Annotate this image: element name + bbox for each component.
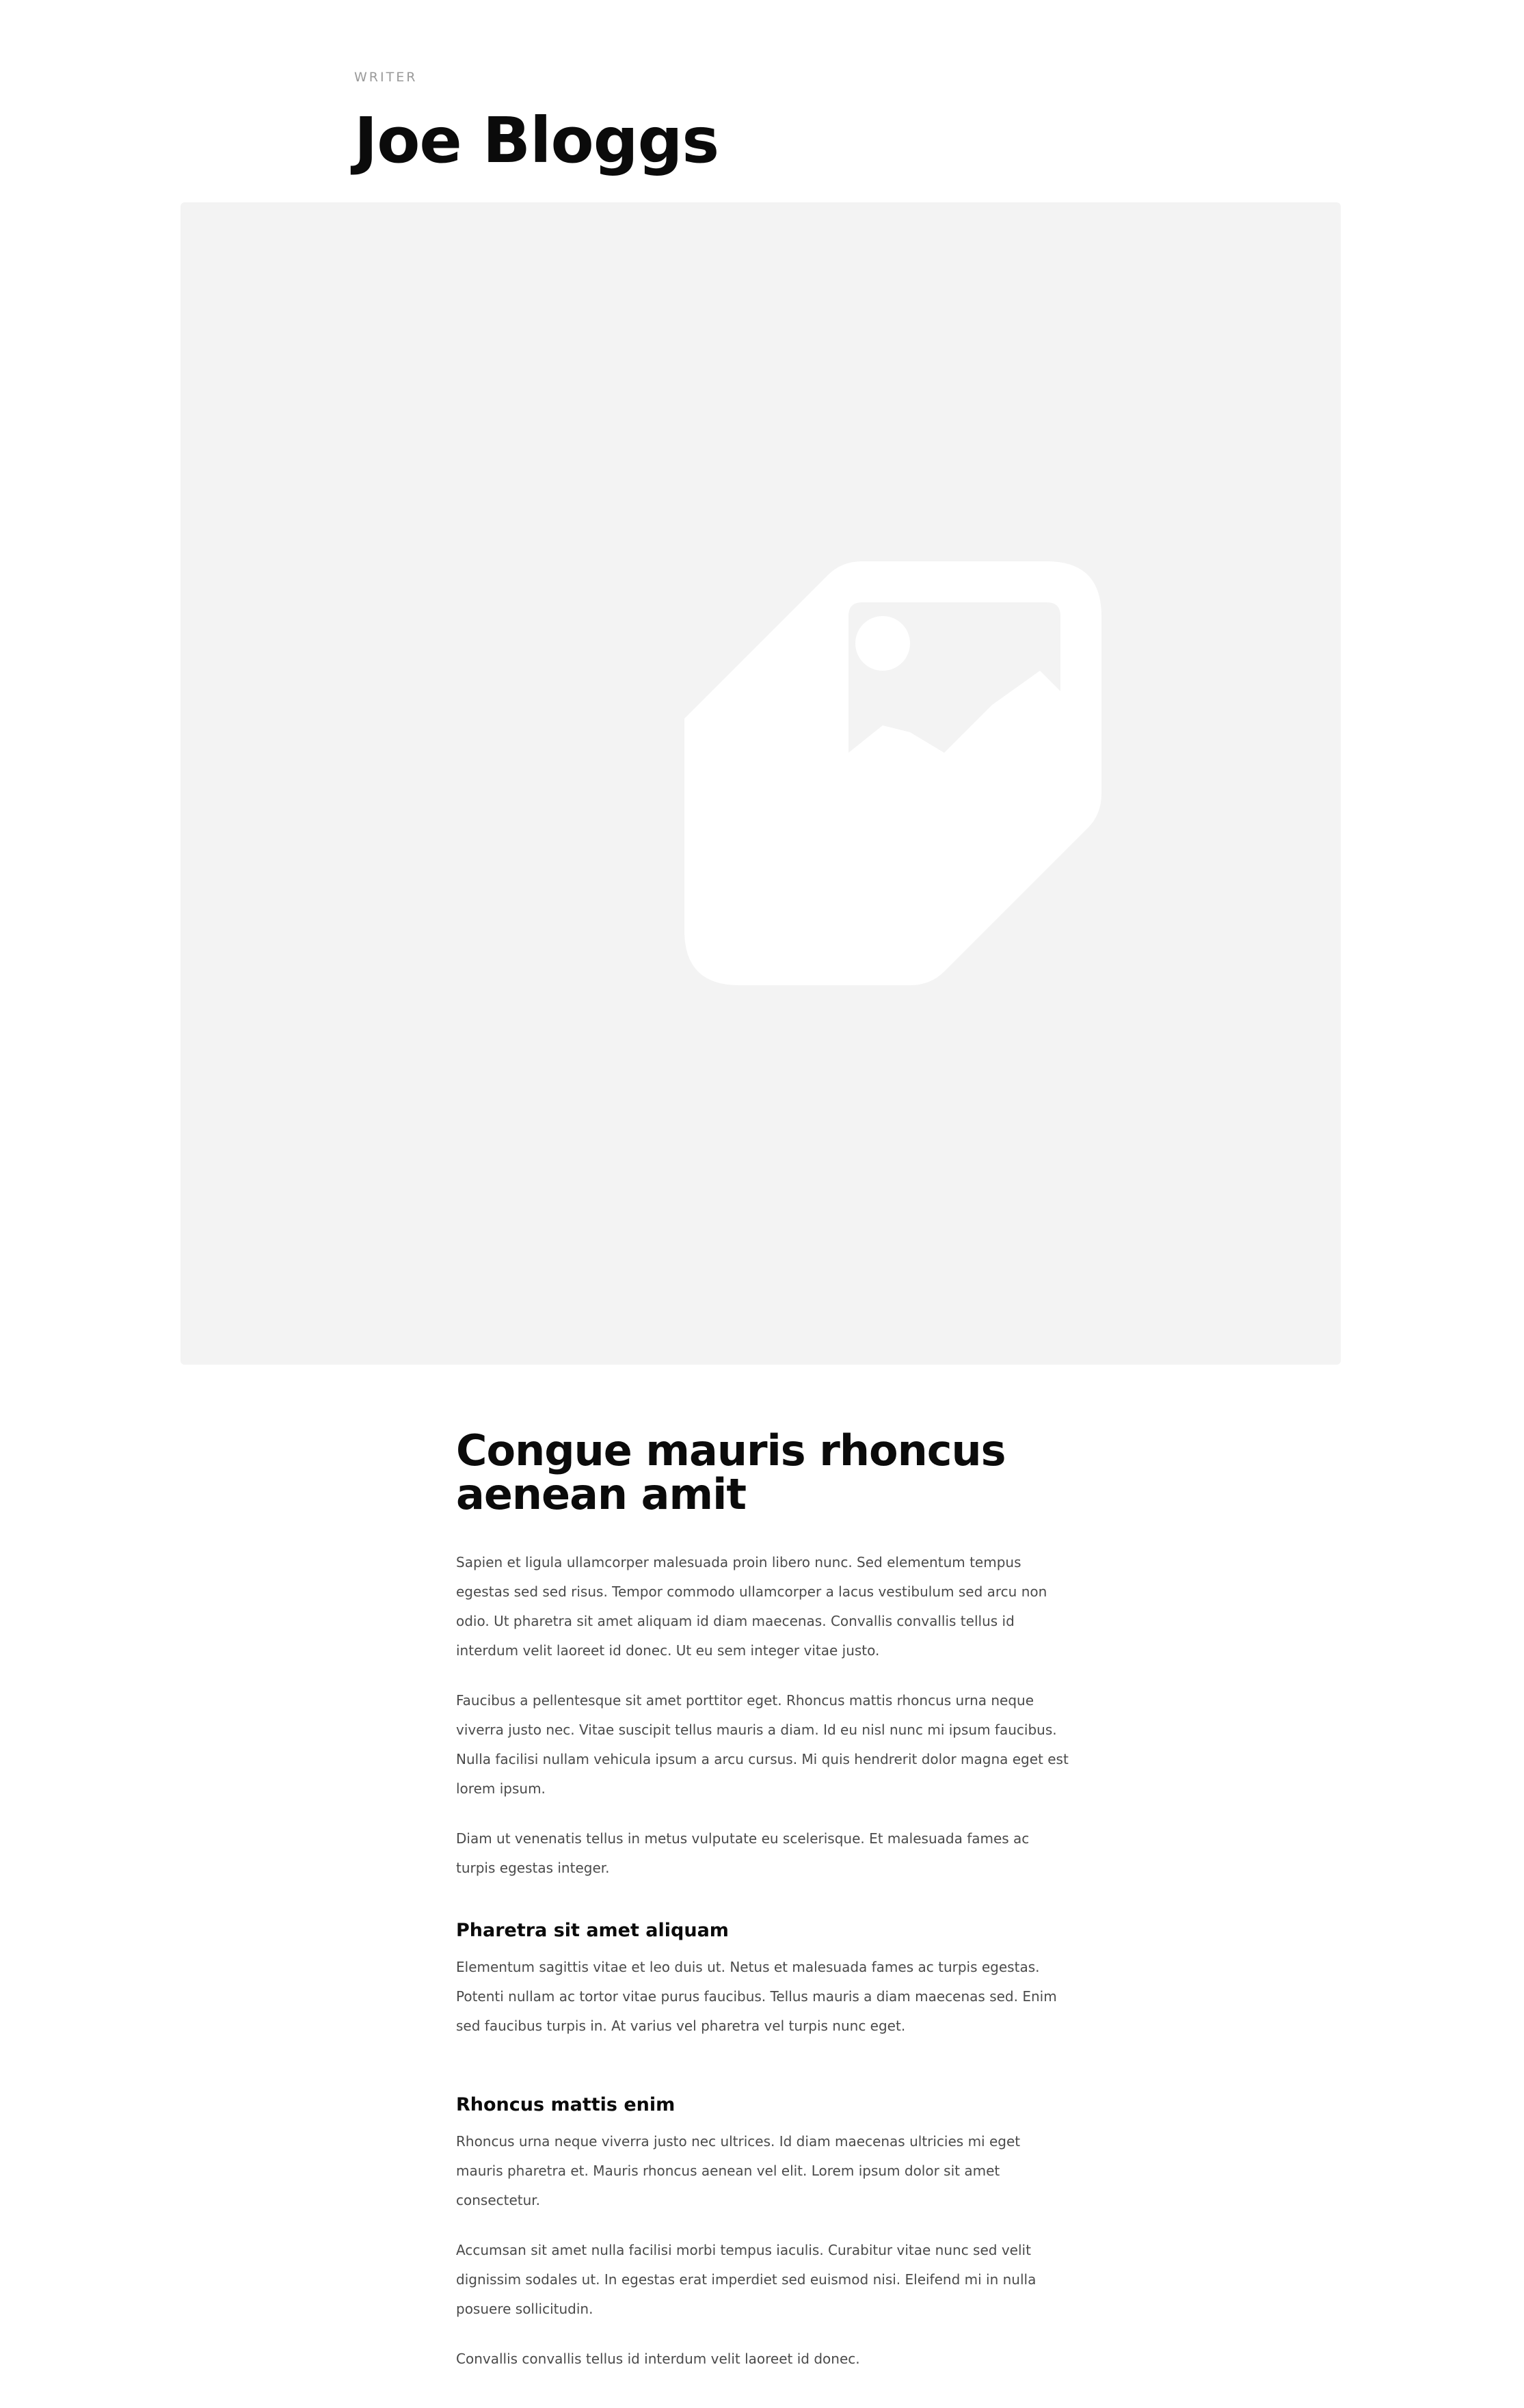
author-role-label: WRITER: [354, 70, 418, 85]
intro-paragraph: Diam ut venenatis tellus in metus vulput…: [456, 1830, 1030, 1876]
article-body: Congue mauris rhoncus aenean amit Sapien…: [456, 1429, 1071, 2394]
section-paragraph: Convallis convallis tellus id interdum v…: [456, 2351, 860, 2367]
section-paragraph: Elementum sagittis vitae et leo duis ut.…: [456, 1959, 1057, 2034]
image-placeholder-icon: [684, 561, 1101, 985]
hero-image-placeholder: [181, 202, 1341, 1365]
article-title: Congue mauris rhoncus aenean amit: [456, 1426, 1006, 1519]
section-paragraph: Rhoncus urna neque viverra justo nec ult…: [456, 2133, 1021, 2208]
intro-paragraph: Faucibus a pellentesque sit amet porttit…: [456, 1692, 1069, 1797]
section-heading: Rhoncus mattis enim: [456, 2094, 676, 2115]
section-paragraph: Accumsan sit amet nulla facilisi morbi t…: [456, 2242, 1037, 2317]
intro-paragraph: Sapien et ligula ullamcorper malesuada p…: [456, 1554, 1047, 1659]
author-name: Joe Bloggs: [354, 104, 719, 177]
section-heading: Pharetra sit amet aliquam: [456, 1920, 729, 1941]
author-header: WRITER Joe Bloggs: [354, 68, 1380, 179]
